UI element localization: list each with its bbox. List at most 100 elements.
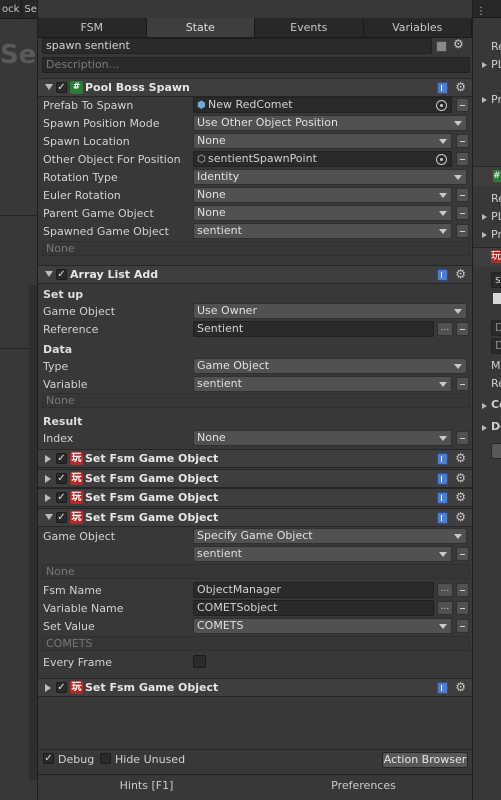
minus-button[interactable] <box>456 188 469 202</box>
other-object-field[interactable]: ⬡ sentientSpawnPoint <box>193 151 452 167</box>
more-button[interactable]: ... <box>437 601 453 615</box>
game-object-variable-dropdown[interactable]: sentient <box>193 546 452 562</box>
docs-book-icon[interactable] <box>437 492 448 504</box>
enable-checkbox[interactable]: ✓ <box>56 682 67 693</box>
minus-button[interactable] <box>456 583 469 597</box>
action-header-set-fsm-game-object[interactable]: ✓ 玩 Set Fsm Game Object ⚙ <box>38 469 472 488</box>
foldout-icon[interactable] <box>45 514 53 520</box>
gear-icon[interactable]: ⚙ <box>455 471 466 485</box>
index-dropdown[interactable]: None <box>193 430 452 446</box>
action-header-array-list-add[interactable]: ✓ Array List Add ⚙ <box>38 265 472 284</box>
more-button[interactable]: ... <box>437 583 453 597</box>
variable-name-input[interactable]: COMETSobject <box>193 600 434 616</box>
foldout-icon[interactable] <box>45 475 51 483</box>
minus-button[interactable] <box>456 134 469 148</box>
tab-events[interactable]: Events <box>255 18 364 37</box>
dropdown-value: sentient <box>197 377 242 390</box>
docs-book-icon[interactable] <box>437 512 448 524</box>
triangle-right-icon[interactable] <box>482 425 487 431</box>
action-header-set-fsm-game-object[interactable]: ✓ 玩 Set Fsm Game Object ⚙ <box>38 449 472 468</box>
minus-button[interactable] <box>456 377 469 391</box>
triangle-right-icon[interactable] <box>482 62 487 68</box>
right-field[interactable]: D <box>491 320 501 336</box>
minus-button[interactable] <box>456 152 469 166</box>
tab-state[interactable]: State <box>146 18 255 37</box>
enable-checkbox[interactable]: ✓ <box>56 82 67 93</box>
triangle-right-icon[interactable] <box>482 232 487 238</box>
docs-book-icon[interactable] <box>437 682 448 694</box>
docs-book-icon[interactable] <box>437 453 448 465</box>
minus-button[interactable] <box>456 547 469 561</box>
minus-button[interactable] <box>456 206 469 220</box>
fsm-name-input[interactable]: ObjectManager <box>193 582 434 598</box>
hide-unused-checkbox[interactable] <box>100 753 111 764</box>
action-header-set-fsm-game-object[interactable]: ✓ 玩 Set Fsm Game Object ⚙ <box>38 488 472 507</box>
minus-button[interactable] <box>456 619 469 633</box>
game-object-dropdown[interactable]: Specify Game Object <box>193 528 467 544</box>
right-field[interactable]: s <box>491 272 501 288</box>
gear-icon[interactable]: ⚙ <box>455 510 466 524</box>
enable-checkbox[interactable]: ✓ <box>56 453 67 464</box>
type-dropdown[interactable]: Game Object <box>193 358 467 374</box>
debug-checkbox[interactable]: ✓ <box>43 753 54 764</box>
minus-button[interactable] <box>456 98 469 112</box>
enable-checkbox[interactable]: ✓ <box>56 512 67 523</box>
docs-book-icon[interactable] <box>437 82 448 94</box>
action-header-set-fsm-game-object[interactable]: ✓ 玩 Set Fsm Game Object ⚙ <box>38 678 472 697</box>
enable-checkbox[interactable]: ✓ <box>56 269 67 280</box>
right-button[interactable] <box>491 443 501 459</box>
gear-icon[interactable]: ⚙ <box>455 490 466 504</box>
rotation-type-dropdown[interactable]: Identity <box>193 169 467 185</box>
description-input[interactable]: Description... <box>42 57 470 73</box>
tab-variables[interactable]: Variables <box>364 18 472 37</box>
foldout-icon[interactable] <box>45 684 51 692</box>
action-header-pool-boss-spawn[interactable]: ✓ # Pool Boss Spawn ⚙ <box>38 78 472 97</box>
enable-checkbox[interactable]: ✓ <box>56 473 67 484</box>
minus-button[interactable] <box>456 431 469 445</box>
spawn-position-mode-dropdown[interactable]: Use Other Object Position <box>193 115 467 131</box>
object-picker-icon[interactable] <box>436 100 447 111</box>
state-color-swatch[interactable] <box>436 41 447 52</box>
state-name-input[interactable]: spawn sentient <box>42 38 432 54</box>
foldout-icon[interactable] <box>45 494 51 502</box>
gear-icon[interactable]: ⚙ <box>455 451 466 465</box>
gear-icon[interactable]: ⚙ <box>455 680 466 694</box>
kebab-menu-icon[interactable]: ⋮ <box>476 6 486 17</box>
spawned-game-object-dropdown[interactable]: sentient <box>193 223 452 239</box>
preferences-button[interactable]: Preferences <box>255 775 472 800</box>
gear-icon[interactable]: ⚙ <box>455 80 466 94</box>
foldout-icon[interactable] <box>45 455 51 463</box>
left-scrollbar[interactable] <box>29 285 37 780</box>
minus-button[interactable] <box>456 601 469 615</box>
variable-dropdown[interactable]: sentient <box>193 376 452 392</box>
enable-checkbox[interactable]: ✓ <box>56 492 67 503</box>
reference-input[interactable]: Sentient <box>193 321 434 337</box>
triangle-right-icon[interactable] <box>482 97 487 103</box>
foldout-icon[interactable] <box>45 84 53 90</box>
action-browser-button[interactable]: Action Browser <box>382 752 468 768</box>
hints-button[interactable]: Hints [F1] <box>38 775 255 800</box>
triangle-right-icon[interactable] <box>482 403 487 409</box>
euler-rotation-dropdown[interactable]: None <box>193 187 452 203</box>
triangle-right-icon[interactable] <box>482 214 487 220</box>
docs-book-icon[interactable] <box>437 473 448 485</box>
object-picker-icon[interactable] <box>436 154 447 165</box>
foldout-icon[interactable] <box>45 271 53 277</box>
docs-book-icon[interactable] <box>437 269 448 281</box>
set-value-dropdown[interactable]: COMETS <box>193 618 452 634</box>
minus-button[interactable] <box>456 322 469 336</box>
minus-button[interactable] <box>456 224 469 238</box>
spawn-location-dropdown[interactable]: None <box>193 133 452 149</box>
every-frame-checkbox[interactable] <box>193 655 206 668</box>
left-tab-0[interactable]: ock <box>0 0 23 19</box>
right-field[interactable]: D <box>491 338 501 354</box>
game-object-dropdown[interactable]: Use Owner <box>193 303 467 319</box>
gear-icon[interactable]: ⚙ <box>453 37 464 51</box>
gear-icon[interactable]: ⚙ <box>455 267 466 281</box>
more-button[interactable]: ... <box>437 322 453 336</box>
prefab-object-field[interactable]: ⬢ New RedComet <box>193 97 452 113</box>
left-tab-1[interactable]: Se <box>22 0 37 19</box>
tab-fsm[interactable]: FSM <box>38 18 147 37</box>
parent-game-object-dropdown[interactable]: None <box>193 205 452 221</box>
action-header-set-fsm-game-object[interactable]: ✓ 玩 Set Fsm Game Object ⚙ <box>38 508 472 527</box>
